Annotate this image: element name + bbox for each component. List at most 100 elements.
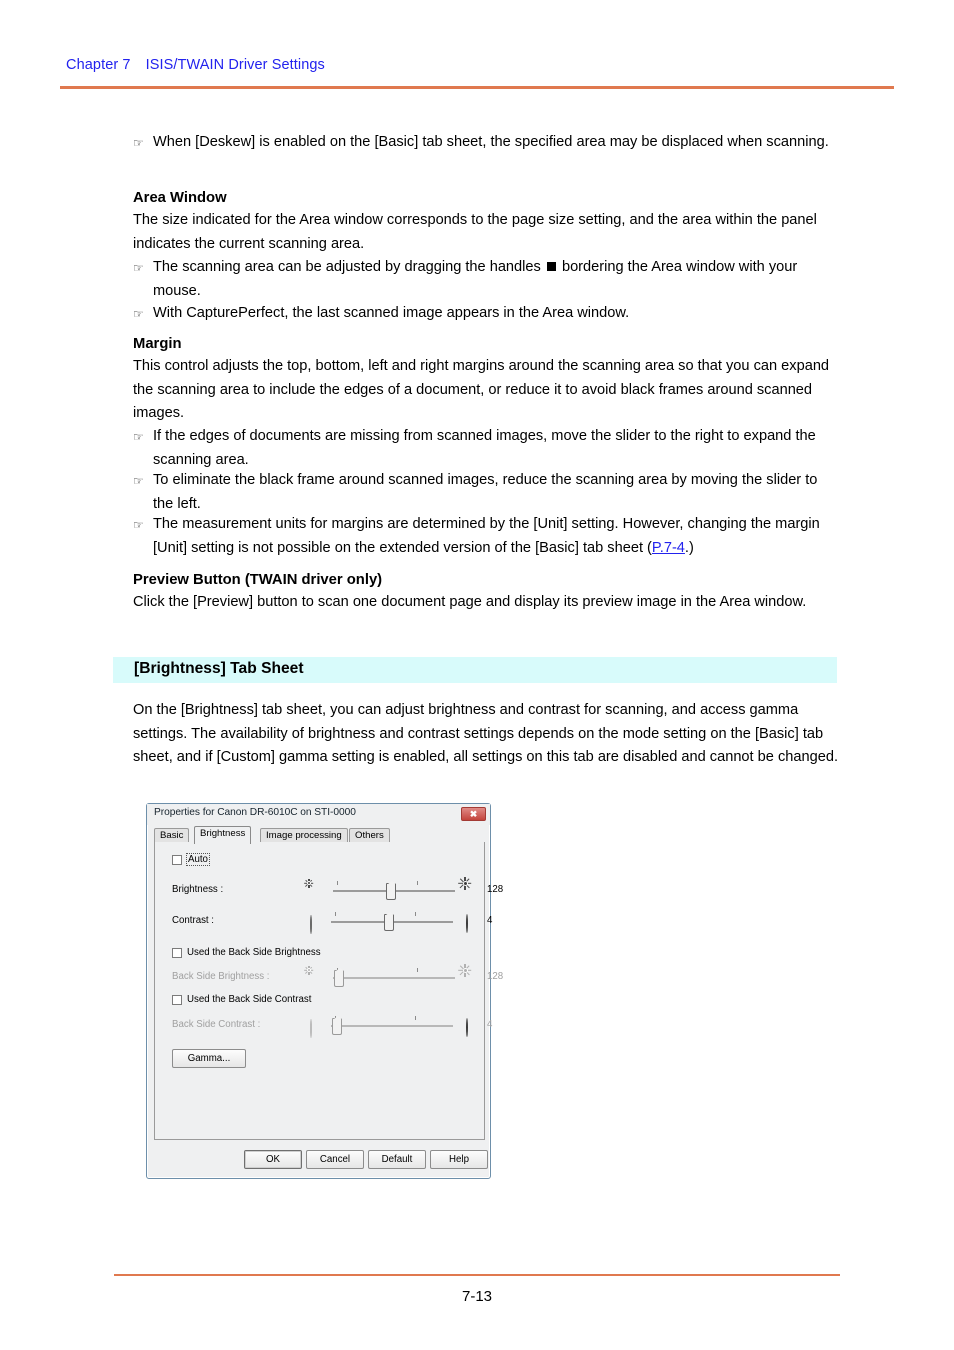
checkbox-box-icon[interactable] [172,947,182,958]
footer-divider [114,1274,840,1276]
auto-checkbox-label: Auto [186,853,210,866]
bullet-captureperfect: ☞ With CapturePerfect, the last scanned … [133,302,839,327]
slider-tick [417,881,418,885]
header-divider [60,86,894,89]
cancel-button[interactable]: Cancel [306,1150,364,1169]
back-side-brightness-label: Back Side Brightness : [172,971,270,982]
brightness-low-sun-icon [304,878,323,897]
pointing-hand-icon: ☞ [133,474,144,488]
back-side-contrast-low-icon [310,1018,324,1038]
heading-area-window: Area Window [133,190,227,206]
ok-button-label: OK [266,1154,280,1165]
use-back-side-brightness-label: Used the Back Side Brightness [187,947,321,958]
checkbox-box-icon[interactable] [172,854,182,865]
handle-square-icon [546,262,556,271]
brightness-label: Brightness : [172,884,224,895]
pointing-hand-icon: ☞ [133,518,144,532]
paragraph-margin: This control adjusts the top, bottom, le… [133,358,830,421]
tab-brightness[interactable]: Brightness [194,826,252,844]
paragraph-preview-button: Click the [Preview] button to scan one d… [133,594,807,610]
tab-image-processing[interactable]: Image processing [260,828,348,843]
slider-track [331,1025,453,1027]
use-back-side-brightness-checkbox[interactable]: Used the Back Side Brightness [172,947,321,958]
breadcrumb: Chapter 7 ISIS/TWAIN Driver Settings [66,57,325,73]
link-p-7-4[interactable]: P.7-4 [652,540,685,556]
back-side-brightness-row: Back Side Brightness : 128 [155,963,503,988]
back-side-brightness-low-sun-icon [304,965,323,984]
slider-tick [335,912,336,916]
default-button-label: Default [381,1154,413,1165]
back-side-brightness-slider [333,966,455,988]
checkbox-box-icon[interactable] [172,994,182,1005]
slider-tick [415,912,416,916]
slider-tick [337,881,338,885]
section-title: [Brightness] Tab Sheet [134,660,304,677]
bullet-captureperfect-text: With CapturePerfect, the last scanned im… [153,305,630,321]
default-button[interactable]: Default [368,1150,426,1169]
heading-preview-button: Preview Button (TWAIN driver only) [133,572,383,588]
contrast-row: Contrast : 4 [155,910,492,934]
page-number: 7-13 [461,1288,493,1305]
close-icon[interactable]: ✖ [461,807,486,821]
dialog-title-bar: Properties for Canon DR-6010C on STI-000… [147,804,490,825]
brightness-slider[interactable] [333,879,455,901]
section-intro-paragraph: On the [Brightness] tab sheet, you can a… [133,702,838,765]
back-side-contrast-label: Back Side Contrast : [172,1019,261,1030]
tab-others[interactable]: Others [349,828,390,843]
pointing-hand-icon: ☞ [133,261,144,275]
back-side-brightness-high-sun-icon [458,963,479,984]
dialog-title-text: Properties for Canon DR-6010C on STI-000… [154,807,356,818]
bullet-deskew-text: When [Deskew] is enabled on the [Basic] … [153,134,829,150]
bullet-area-handles-text-pre: The scanning area can be adjusted by dra… [153,259,541,275]
breadcrumb-chapter: Chapter 7 [66,57,131,73]
heading-margin: Margin [133,336,182,352]
bullet-margin-units-text-post: .) [684,539,694,556]
ok-button[interactable]: OK [244,1150,302,1169]
contrast-low-icon [310,914,324,934]
brightness-row: Brightness : 128 [155,876,503,901]
bullet-margin-expand-text: If the edges of documents are missing fr… [153,428,816,468]
gamma-button[interactable]: Gamma... [172,1049,246,1068]
bullet-deskew: ☞ When [Deskew] is enabled on the [Basic… [133,131,839,156]
slider-tick [415,1016,416,1020]
slider-tick [417,968,418,972]
contrast-slider[interactable] [331,910,453,932]
properties-dialog: Properties for Canon DR-6010C on STI-000… [146,803,503,1179]
contrast-value: 4 [487,915,493,926]
bullet-margin-units-text-pre: The measurement units for margins are de… [153,516,820,556]
brightness-tab-panel: Auto Brightness : 128 Contrast: 4 Used … [154,842,503,1140]
bullet-margin-units: ☞ The measurement units for margins are … [133,513,839,560]
paragraph-area-window: The size indicated for the Area window c… [133,212,817,252]
slider-thumb [332,1016,342,1035]
pointing-hand-icon: ☞ [133,430,144,444]
back-side-contrast-high-icon [466,1018,480,1037]
breadcrumb-title: ISIS/TWAIN Driver Settings [145,57,325,73]
tab-basic[interactable]: Basic [154,828,190,843]
cancel-button-label: Cancel [319,1154,351,1165]
contrast-high-icon [466,914,480,933]
gamma-button-label: Gamma... [187,1053,231,1064]
section-heading-band: [Brightness] Tab Sheet [113,657,837,683]
dialog-tab-strip: Basic Brightness Image processing Others [154,826,485,844]
back-side-contrast-slider [331,1014,453,1036]
back-side-brightness-value: 128 [487,971,504,982]
use-back-side-contrast-checkbox[interactable]: Used the Back Side Contrast [172,994,311,1005]
dialog-footer: OK Cancel Default Help [147,1142,490,1178]
slider-thumb[interactable] [384,912,394,931]
pointing-hand-icon: ☞ [133,307,144,321]
contrast-label: Contrast : [172,915,214,926]
help-button[interactable]: Help [430,1150,488,1169]
brightness-high-sun-icon [458,876,479,897]
slider-thumb [334,968,344,987]
back-side-contrast-value: 4 [487,1019,493,1030]
back-side-contrast-row: Back Side Contrast : 4 [155,1014,492,1038]
auto-checkbox[interactable]: Auto [172,853,210,866]
help-button-label: Help [449,1154,469,1165]
slider-thumb[interactable] [386,881,396,900]
use-back-side-contrast-label: Used the Back Side Contrast [187,994,312,1005]
pointing-hand-icon: ☞ [133,136,144,150]
bullet-margin-reduce: ☞ To eliminate the black frame around sc… [133,469,839,516]
bullet-margin-expand: ☞ If the edges of documents are missing … [133,425,839,472]
slider-track [333,977,455,979]
bullet-area-handles: ☞ The scanning area can be adjusted by d… [133,256,839,303]
